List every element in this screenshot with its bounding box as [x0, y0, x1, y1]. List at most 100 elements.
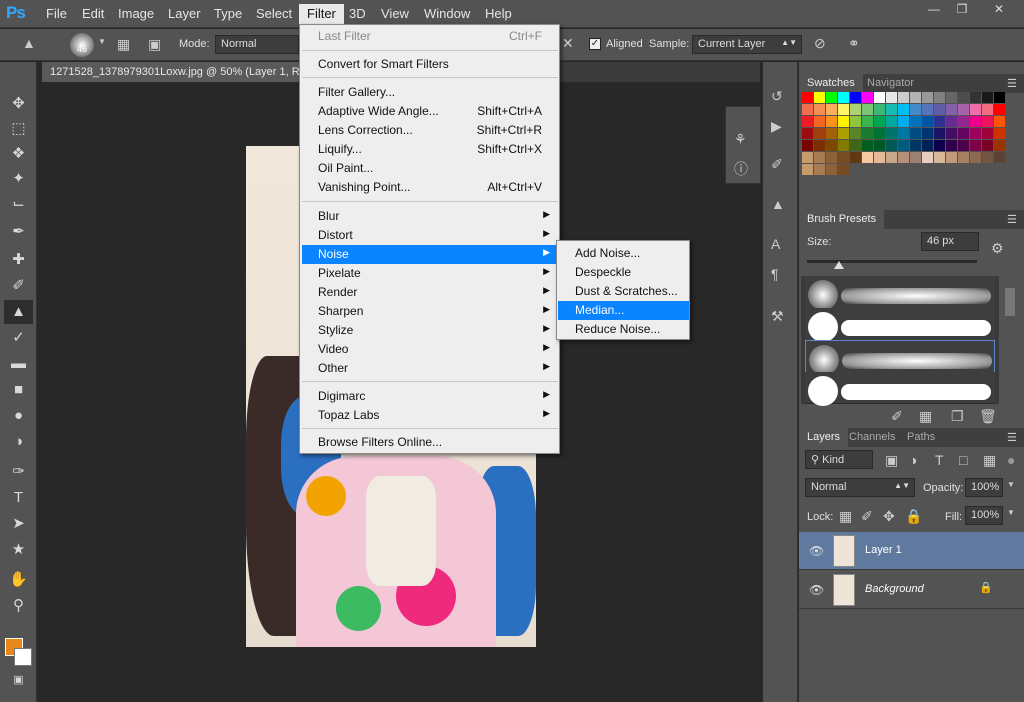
- menu-item-distort[interactable]: Distort ▶: [302, 226, 558, 245]
- color-swatch[interactable]: [814, 116, 825, 127]
- panel-menu-icon[interactable]: ☰: [999, 428, 1024, 447]
- color-swatch[interactable]: [994, 152, 1005, 163]
- grid-icon[interactable]: ▦: [919, 408, 932, 425]
- color-swatch[interactable]: [994, 140, 1005, 151]
- color-swatch[interactable]: [934, 116, 945, 127]
- color-swatch[interactable]: [910, 116, 921, 127]
- color-swatch[interactable]: [850, 128, 861, 139]
- color-swatch[interactable]: [958, 128, 969, 139]
- menu-item-other[interactable]: Other ▶: [302, 359, 558, 378]
- color-swatch[interactable]: [886, 92, 897, 103]
- color-swatch[interactable]: [874, 92, 885, 103]
- color-swatch[interactable]: [874, 140, 885, 151]
- filter-toggle-icon[interactable]: ●: [1007, 452, 1015, 468]
- brush-tool-icon[interactable]: ✐: [4, 274, 33, 298]
- color-swatch[interactable]: [910, 92, 921, 103]
- menu-3d[interactable]: 3D: [349, 6, 366, 21]
- color-swatch[interactable]: [970, 92, 981, 103]
- visibility-eye-icon[interactable]: 👁: [809, 583, 824, 597]
- menu-item-convert-smart-filters[interactable]: Convert for Smart Filters: [302, 55, 558, 74]
- color-swatch[interactable]: [874, 152, 885, 163]
- color-swatch[interactable]: [934, 128, 945, 139]
- color-swatch[interactable]: [814, 128, 825, 139]
- color-swatch[interactable]: [994, 92, 1005, 103]
- character-panel-icon[interactable]: A: [771, 236, 780, 252]
- color-swatch[interactable]: [922, 128, 933, 139]
- chevron-down-icon[interactable]: ▼: [98, 37, 106, 46]
- quick-mask-icon[interactable]: ▣: [4, 668, 33, 692]
- menu-item-vanishing-point[interactable]: Vanishing Point... Alt+Ctrl+V: [302, 178, 558, 197]
- type-filter-icon[interactable]: T: [935, 452, 944, 468]
- color-swatch[interactable]: [982, 92, 993, 103]
- color-swatch[interactable]: [838, 116, 849, 127]
- color-swatch[interactable]: [934, 92, 945, 103]
- tab-swatches[interactable]: Swatches: [799, 74, 863, 93]
- menu-view[interactable]: View: [381, 6, 409, 21]
- brush-preset-item[interactable]: [805, 372, 995, 406]
- menu-layer[interactable]: Layer: [168, 6, 201, 21]
- path-selection-icon[interactable]: ➤: [4, 512, 33, 536]
- color-swatch[interactable]: [838, 104, 849, 115]
- color-swatch[interactable]: [826, 140, 837, 151]
- color-swatch[interactable]: [898, 116, 909, 127]
- menu-item-sharpen[interactable]: Sharpen ▶: [302, 302, 558, 321]
- adjustment-filter-icon[interactable]: ◑: [909, 452, 917, 468]
- dodge-tool-icon[interactable]: ◑: [4, 430, 33, 454]
- aligned-checkbox[interactable]: ✓: [589, 38, 601, 50]
- color-swatch[interactable]: [946, 128, 957, 139]
- menu-item-stylize[interactable]: Stylize ▶: [302, 321, 558, 340]
- color-swatch[interactable]: [898, 92, 909, 103]
- menu-type[interactable]: Type: [214, 6, 242, 21]
- color-swatch[interactable]: [886, 104, 897, 115]
- color-swatch[interactable]: [814, 164, 825, 175]
- menu-item-filter-gallery[interactable]: Filter Gallery...: [302, 83, 558, 102]
- shape-filter-icon[interactable]: □: [959, 452, 967, 468]
- color-swatch[interactable]: [850, 140, 861, 151]
- menu-item-render[interactable]: Render ▶: [302, 283, 558, 302]
- color-swatch[interactable]: [838, 152, 849, 163]
- lasso-tool-icon[interactable]: ❖: [4, 142, 33, 166]
- 3d-panel-icon[interactable]: ⚘: [734, 131, 747, 148]
- opacity-field[interactable]: 100%: [965, 478, 1003, 497]
- color-swatch[interactable]: [910, 104, 921, 115]
- color-swatch[interactable]: [850, 92, 861, 103]
- color-swatch[interactable]: [970, 140, 981, 151]
- color-swatch[interactable]: [886, 140, 897, 151]
- trash-icon[interactable]: 🗑: [979, 408, 997, 425]
- menu-item-liquify[interactable]: Liquify... Shift+Ctrl+X: [302, 140, 558, 159]
- menu-item-noise[interactable]: Noise ▶: [302, 245, 558, 264]
- color-swatch[interactable]: [970, 104, 981, 115]
- color-swatch[interactable]: [898, 152, 909, 163]
- color-swatch[interactable]: [850, 116, 861, 127]
- healing-brush-icon[interactable]: ✚: [4, 248, 33, 272]
- minimize-icon[interactable]: —: [920, 2, 948, 18]
- document-tab[interactable]: 1271528_1378979301Loxw.jpg @ 50% (Layer …: [42, 62, 302, 82]
- paragraph-panel-icon[interactable]: ¶: [771, 266, 779, 282]
- menu-select[interactable]: Select: [256, 6, 292, 21]
- info-icon[interactable]: ⓘ: [734, 159, 748, 179]
- tool-presets-icon[interactable]: ⚒: [771, 308, 784, 325]
- color-swatch[interactable]: [826, 92, 837, 103]
- chevron-down-icon[interactable]: ▼: [1007, 508, 1015, 517]
- panel-menu-icon[interactable]: ☰: [999, 74, 1024, 93]
- color-swatch[interactable]: [886, 116, 897, 127]
- smart-object-filter-icon[interactable]: ▦: [983, 452, 996, 469]
- close-icon[interactable]: ✕: [985, 2, 1013, 18]
- clone-stamp-preset-icon[interactable]: ▲: [22, 35, 36, 51]
- toggle-clone-source-icon[interactable]: ▣: [148, 36, 161, 53]
- color-swatch[interactable]: [922, 92, 933, 103]
- clone-source-icon[interactable]: ▲: [771, 196, 785, 212]
- color-swatch[interactable]: [898, 128, 909, 139]
- menu-item-oil-paint[interactable]: Oil Paint...: [302, 159, 558, 178]
- color-swatch[interactable]: [802, 140, 813, 151]
- menu-item-topaz-labs[interactable]: Topaz Labs ▶: [302, 406, 558, 425]
- color-swatch[interactable]: [862, 104, 873, 115]
- hand-tool-icon[interactable]: ✋: [4, 568, 33, 592]
- layer-row[interactable]: 👁 Background 🔒: [799, 571, 1024, 609]
- color-swatch[interactable]: [826, 128, 837, 139]
- color-swatch[interactable]: [970, 116, 981, 127]
- color-swatch[interactable]: [802, 128, 813, 139]
- color-swatch[interactable]: [850, 152, 861, 163]
- actions-play-icon[interactable]: ▶: [771, 118, 782, 135]
- layer-name[interactable]: Background: [865, 583, 924, 595]
